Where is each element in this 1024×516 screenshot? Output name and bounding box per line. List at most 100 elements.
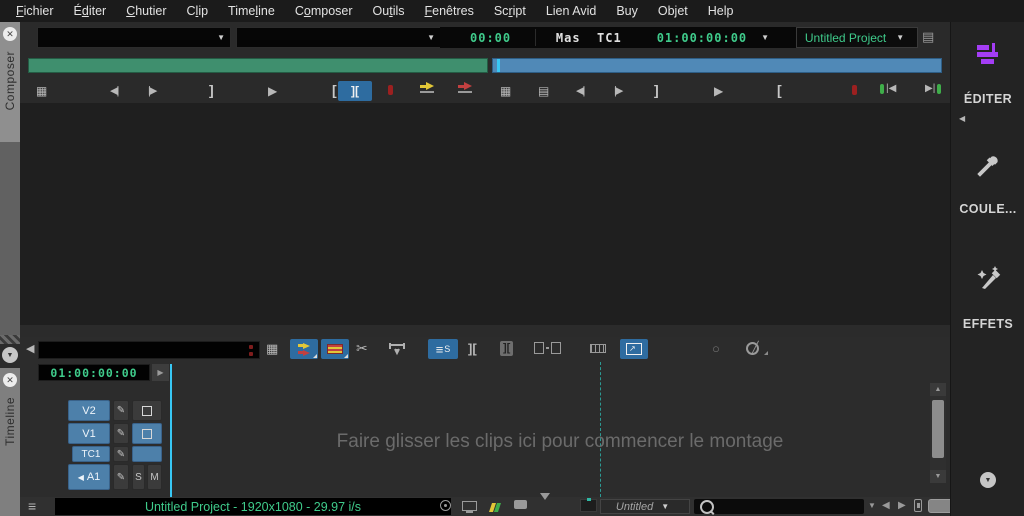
dropdown-arrow-icon[interactable]: ▼ <box>868 501 876 510</box>
sidebar-item-editer[interactable]: ÉDITER <box>951 92 1024 106</box>
menu-item-script[interactable]: Script <box>484 0 536 22</box>
monitor-button-v1[interactable] <box>132 423 162 444</box>
speaker-icon[interactable]: ◀ <box>26 339 34 359</box>
timecode-track-label[interactable]: Mas TC1 <box>556 31 622 45</box>
add-marker-icon[interactable] <box>388 85 393 95</box>
solo-button-a1[interactable]: S <box>132 464 145 490</box>
timeline-play-button[interactable]: ▶ <box>152 364 169 381</box>
timeline-panel-tab[interactable]: ✕ Timeline <box>0 368 20 516</box>
flyout-corner-icon[interactable] <box>764 351 768 355</box>
timecode-entry-box[interactable] <box>38 341 260 359</box>
timeline-fast-menu-icon[interactable]: ▦ <box>500 81 511 101</box>
scroll-right-icon[interactable]: ▶ <box>898 500 906 511</box>
sidebar-more-button[interactable]: ▼ <box>980 472 996 488</box>
timecode-menu-arrow-icon[interactable]: ▼ <box>761 33 774 42</box>
scroll-left-icon[interactable]: ◀ <box>882 500 890 511</box>
bin-fast-menu-icon[interactable]: ▦ <box>36 81 47 101</box>
step-backward-button[interactable]: ◀| <box>576 81 585 101</box>
add-marker-icon[interactable] <box>852 85 857 95</box>
eyedropper-icon[interactable] <box>951 150 1024 178</box>
menu-item-help[interactable]: Help <box>698 0 744 22</box>
scissors-icon[interactable]: ✂ <box>356 338 368 358</box>
menu-item-clip[interactable]: Clip <box>177 0 219 22</box>
upload-arrow-icon[interactable] <box>562 500 572 516</box>
play-button[interactable]: ▶ <box>714 81 723 101</box>
track-button-a1[interactable]: ◀ A1 <box>68 464 110 490</box>
record-position-bar[interactable] <box>492 58 942 73</box>
mark-out-button[interactable]: ] <box>654 80 659 100</box>
monitor-icon[interactable] <box>462 501 477 513</box>
project-selector[interactable]: Untitled Project ▼ <box>796 27 918 48</box>
menu-item-editer[interactable]: Éditer <box>64 0 117 22</box>
go-to-out-button[interactable]: ▶| <box>925 83 942 94</box>
vertical-scrollbar-track[interactable] <box>930 396 946 470</box>
menu-item-chutier[interactable]: Chutier <box>116 0 176 22</box>
track-button-v1[interactable]: V1 <box>68 423 110 444</box>
pencil-icon[interactable]: ✎ <box>113 400 129 421</box>
mark-clip-button[interactable]: ][ <box>338 81 372 101</box>
search-input[interactable] <box>694 499 864 514</box>
menu-item-buy[interactable]: Buy <box>606 0 648 22</box>
splice-in-button[interactable] <box>420 82 434 93</box>
trim-mode-button[interactable] <box>388 341 406 357</box>
clip-gain-icon[interactable]: ▤ <box>538 81 549 101</box>
media-status-icon[interactable] <box>488 500 502 516</box>
record-playhead[interactable] <box>497 59 500 72</box>
monitor-button-tc1[interactable] <box>132 446 162 462</box>
vertical-scrollbar-thumb[interactable] <box>932 400 944 458</box>
menu-icon[interactable]: ≡ <box>28 498 36 514</box>
monitor-button-v2[interactable] <box>132 400 162 421</box>
timeline-timecode-box[interactable]: 01:00:00:00 <box>38 364 150 381</box>
segment-overwrite-button[interactable] <box>321 339 349 359</box>
record-indicator-icon[interactable] <box>440 500 451 511</box>
match-frame-icon[interactable] <box>534 342 561 354</box>
menu-item-fichier[interactable]: Fichier <box>6 0 64 22</box>
menu-item-timeline[interactable]: Timeline <box>218 0 285 22</box>
menu-item-composer[interactable]: Composer <box>285 0 363 22</box>
ruler-small-icon[interactable] <box>590 344 606 353</box>
video-quality-grid-icon[interactable]: ▦ <box>266 339 278 359</box>
close-icon[interactable]: ✕ <box>3 27 17 41</box>
menu-item-outils[interactable]: Outils <box>363 0 415 22</box>
circle-tool-icon[interactable]: ○ <box>712 339 720 359</box>
track-button-v2[interactable]: V2 <box>68 400 110 421</box>
mute-button-a1[interactable]: M <box>147 464 162 490</box>
tooltip-icon[interactable] <box>514 500 527 509</box>
menu-item-fenetres[interactable]: Fenêtres <box>415 0 484 22</box>
sidebar-item-couleur[interactable]: COULE... <box>951 202 1024 216</box>
mark-in-button[interactable]: [ <box>332 80 337 100</box>
splice-brackets-icon[interactable]: ][ <box>468 339 477 359</box>
play-button[interactable]: ▶ <box>268 81 277 101</box>
go-to-in-button[interactable]: |◀ <box>880 83 896 94</box>
timeline-view-menu-button[interactable]: ≡ S <box>428 339 458 359</box>
bin-selector[interactable]: Untitled ▼ <box>600 499 690 514</box>
mark-in-button[interactable]: [ <box>777 80 782 100</box>
rail-collapse-button[interactable]: ▼ <box>2 347 18 363</box>
mark-out-button[interactable]: ] <box>209 80 214 100</box>
step-forward-button[interactable]: |▶ <box>148 81 157 101</box>
close-icon[interactable]: ✕ <box>3 373 17 387</box>
edit-workspace-icon[interactable] <box>951 43 1024 67</box>
zoom-slider-icon[interactable] <box>914 499 922 512</box>
menu-item-lien-avid[interactable]: Lien Avid <box>536 0 607 22</box>
cache-box-icon[interactable] <box>580 498 597 512</box>
mark-clip-boxed-icon[interactable]: ][ <box>500 341 514 356</box>
source-position-bar[interactable] <box>28 58 488 73</box>
track-button-tc1[interactable]: TC1 <box>72 446 110 462</box>
film-icon[interactable]: ▤ <box>922 29 934 45</box>
composer-panel-tab[interactable]: ✕ Composer <box>0 22 20 142</box>
magic-wand-icon[interactable] <box>951 262 1024 290</box>
download-arrow-icon[interactable] <box>540 493 550 516</box>
step-backward-button[interactable]: ◀| <box>110 81 119 101</box>
step-forward-button[interactable]: |▶ <box>614 81 623 101</box>
pencil-icon[interactable]: ✎ <box>113 464 129 490</box>
source-clip-menu[interactable]: ▼ <box>37 27 231 48</box>
no-effect-icon[interactable]: ╱ <box>746 342 759 355</box>
sidebar-item-effets[interactable]: EFFETS <box>951 317 1024 331</box>
timeline-playhead[interactable] <box>600 362 601 497</box>
segment-mode-button[interactable] <box>290 339 318 359</box>
scroll-up-button[interactable]: ▲ <box>930 383 946 396</box>
panel-divider-hatch[interactable] <box>0 335 20 344</box>
pencil-icon[interactable]: ✎ <box>113 423 129 444</box>
focus-button[interactable]: ↗ <box>620 339 648 359</box>
